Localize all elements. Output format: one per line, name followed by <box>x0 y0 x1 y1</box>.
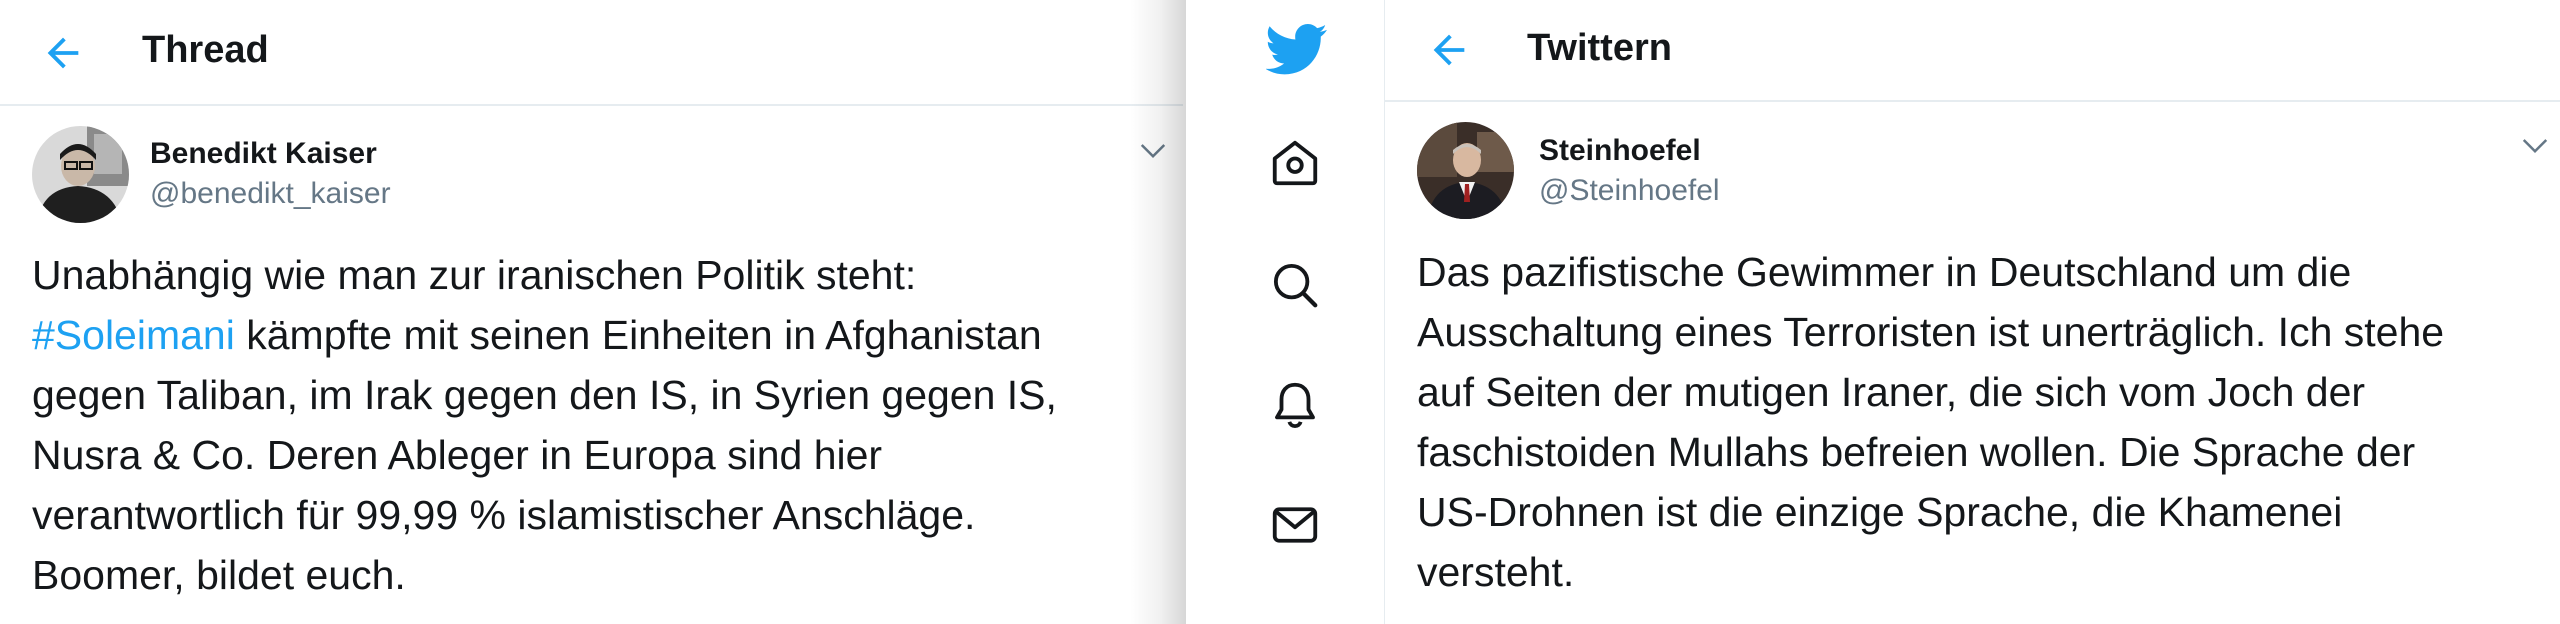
avatar[interactable] <box>1417 122 1514 219</box>
tweet-line: Ausschaltung eines Terroristen ist unert… <box>1417 309 2445 355</box>
tweet-line: gegen Taliban, im Irak gegen den IS, in … <box>32 372 1057 418</box>
tweet-line: verantwortlich für 99,99 % islamistische… <box>32 492 976 538</box>
author-name[interactable]: Steinhoefel <box>1539 134 1701 168</box>
home-icon[interactable] <box>1268 136 1322 190</box>
tweet-line: auf Seiten der mutigen Iraner, die sich … <box>1417 369 2366 415</box>
nav-rail <box>1186 0 1385 624</box>
tweet-line: Das pazifistische Gewimmer in Deutschlan… <box>1417 249 2352 295</box>
author-name[interactable]: Benedikt Kaiser <box>150 137 377 171</box>
avatar[interactable] <box>32 126 129 223</box>
tweet-text: Unabhängig wie man zur iranischen Politi… <box>32 245 1057 605</box>
hashtag-link[interactable]: #Soleimani <box>32 312 235 358</box>
author-handle[interactable]: @benedikt_kaiser <box>150 177 391 211</box>
tweet-panel: Twittern Steinhoefel @Steinhoefel Das pa… <box>1385 0 2560 624</box>
tweet-line: US-Drohnen ist die einzige Sprache, die … <box>1417 489 2343 535</box>
back-arrow-icon[interactable] <box>1426 27 1472 73</box>
thread-panel: Thread Benedikt Kaiser @benedikt_kaiser … <box>0 0 1183 624</box>
tweet-line: Unabhängig wie man zur iranischen Politi… <box>32 252 917 298</box>
notifications-bell-icon[interactable] <box>1268 378 1322 432</box>
chevron-down-icon[interactable] <box>2520 130 2550 160</box>
tweet-line: Nusra & Co. Deren Ableger in Europa sind… <box>32 432 883 478</box>
page-title: Thread <box>142 29 269 71</box>
tweet-text: Das pazifistische Gewimmer in Deutschlan… <box>1417 242 2444 602</box>
tweet-line: Boomer, bildet euch. <box>32 552 406 598</box>
messages-envelope-icon[interactable] <box>1268 498 1322 552</box>
panel-shadow <box>1130 0 1186 624</box>
tweet-line: faschistoiden Mullahs befreien wollen. D… <box>1417 429 2416 475</box>
twitter-logo-icon[interactable] <box>1266 18 1328 80</box>
author-handle[interactable]: @Steinhoefel <box>1539 174 1720 208</box>
search-icon[interactable] <box>1268 258 1322 312</box>
tweet-line: versteht. <box>1417 549 1575 595</box>
tweet-line: #Soleimani kämpfte mit seinen Einheiten … <box>32 305 1057 365</box>
thread-header: Thread <box>0 0 1183 106</box>
page-title: Twittern <box>1527 27 1672 69</box>
back-arrow-icon[interactable] <box>40 30 86 76</box>
tweet-header: Twittern <box>1385 0 2560 102</box>
tweet-line-rest: kämpfte mit seinen Einheiten in Afghanis… <box>234 312 1042 358</box>
